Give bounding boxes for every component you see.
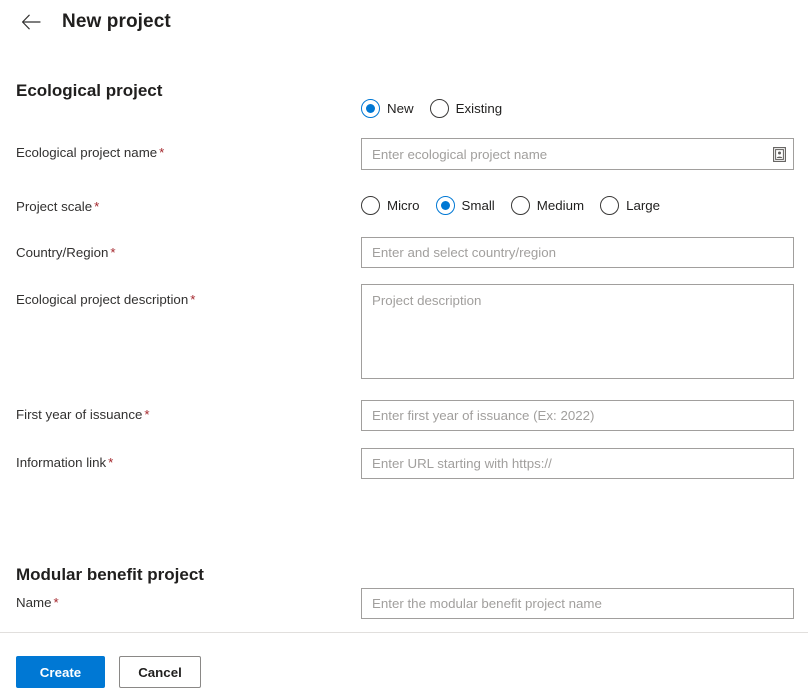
radio-label-medium: Medium [536, 198, 585, 213]
field-ecological-project-name[interactable] [361, 138, 794, 170]
label-text-project-scale: Project scale [16, 199, 93, 214]
radio-mark-medium [510, 196, 530, 215]
label-text-ecological-project-description: Ecological project description [16, 292, 189, 307]
required-asterisk-project-scale: * [94, 199, 100, 214]
book-contact-icon[interactable] [765, 139, 793, 169]
label-country-region: Country/Region * [16, 245, 116, 261]
field-country-region[interactable] [361, 237, 794, 268]
input-information-link[interactable] [362, 449, 793, 478]
label-text-ecological-project-name: Ecological project name [16, 145, 158, 160]
label-information-link: Information link * [16, 455, 113, 471]
required-asterisk-first-year-of-issuance: * [144, 407, 150, 422]
label-text-first-year-of-issuance: First year of issuance [16, 407, 143, 422]
label-modular-benefit-project-name: Name * [16, 595, 59, 611]
input-first-year-of-issuance[interactable] [362, 401, 793, 430]
radio-label-new: New [387, 101, 414, 116]
radio-label-micro: Micro [387, 198, 420, 213]
project-mode-radio-group[interactable]: New Existing [361, 99, 502, 118]
back-arrow-icon[interactable] [18, 9, 44, 35]
new-project-page: New project Ecological project New Exist… [0, 0, 808, 691]
required-asterisk-country-region: * [110, 245, 116, 260]
required-asterisk-information-link: * [108, 455, 114, 470]
label-ecological-project-description: Ecological project description * [16, 292, 195, 308]
radio-mark-large [600, 196, 620, 215]
label-ecological-project-name: Ecological project name * [16, 145, 164, 161]
input-ecological-project-name[interactable] [362, 139, 765, 169]
required-asterisk-ecological-project-description: * [190, 292, 196, 307]
required-asterisk-modular-benefit-project-name: * [53, 595, 59, 610]
radio-label-large: Large [626, 198, 661, 213]
label-first-year-of-issuance: First year of issuance * [16, 407, 150, 423]
radio-option-micro[interactable]: Micro [361, 196, 420, 215]
radio-option-small[interactable]: Small [435, 196, 495, 215]
field-modular-benefit-project-name[interactable] [361, 588, 794, 619]
radio-option-medium[interactable]: Medium [510, 196, 585, 215]
field-information-link[interactable] [361, 448, 794, 479]
input-country-region[interactable] [362, 238, 793, 267]
project-scale-radio-group[interactable]: Micro Small Medium Large [361, 196, 660, 215]
textarea-ecological-project-description[interactable] [362, 285, 793, 378]
field-first-year-of-issuance[interactable] [361, 400, 794, 431]
radio-mark-new [361, 99, 380, 118]
radio-mark-existing [429, 99, 449, 118]
page-title: New project [62, 11, 171, 32]
radio-option-existing[interactable]: Existing [429, 99, 503, 118]
radio-mark-micro [361, 196, 380, 215]
page-header: New project [0, 0, 808, 44]
field-ecological-project-description[interactable] [361, 284, 794, 379]
radio-option-large[interactable]: Large [600, 196, 660, 215]
input-modular-benefit-project-name[interactable] [362, 589, 793, 618]
radio-label-small: Small [461, 198, 495, 213]
radio-mark-small [435, 196, 455, 215]
cancel-button[interactable]: Cancel [119, 656, 201, 688]
label-text-country-region: Country/Region [16, 245, 109, 260]
radio-label-existing: Existing [455, 101, 503, 116]
label-project-scale: Project scale * [16, 199, 99, 215]
create-button[interactable]: Create [16, 656, 105, 688]
form-body: Ecological project New Existing Ecologic… [0, 44, 808, 632]
label-text-modular-benefit-project-name: Name [16, 595, 52, 610]
required-asterisk-ecological-project-name: * [159, 145, 165, 160]
section-title-modular-benefit-project: Modular benefit project [16, 565, 204, 584]
radio-option-new[interactable]: New [361, 99, 414, 118]
label-text-information-link: Information link [16, 455, 107, 470]
section-title-ecological-project: Ecological project [16, 81, 163, 100]
footer-action-bar: Create Cancel [0, 632, 808, 691]
